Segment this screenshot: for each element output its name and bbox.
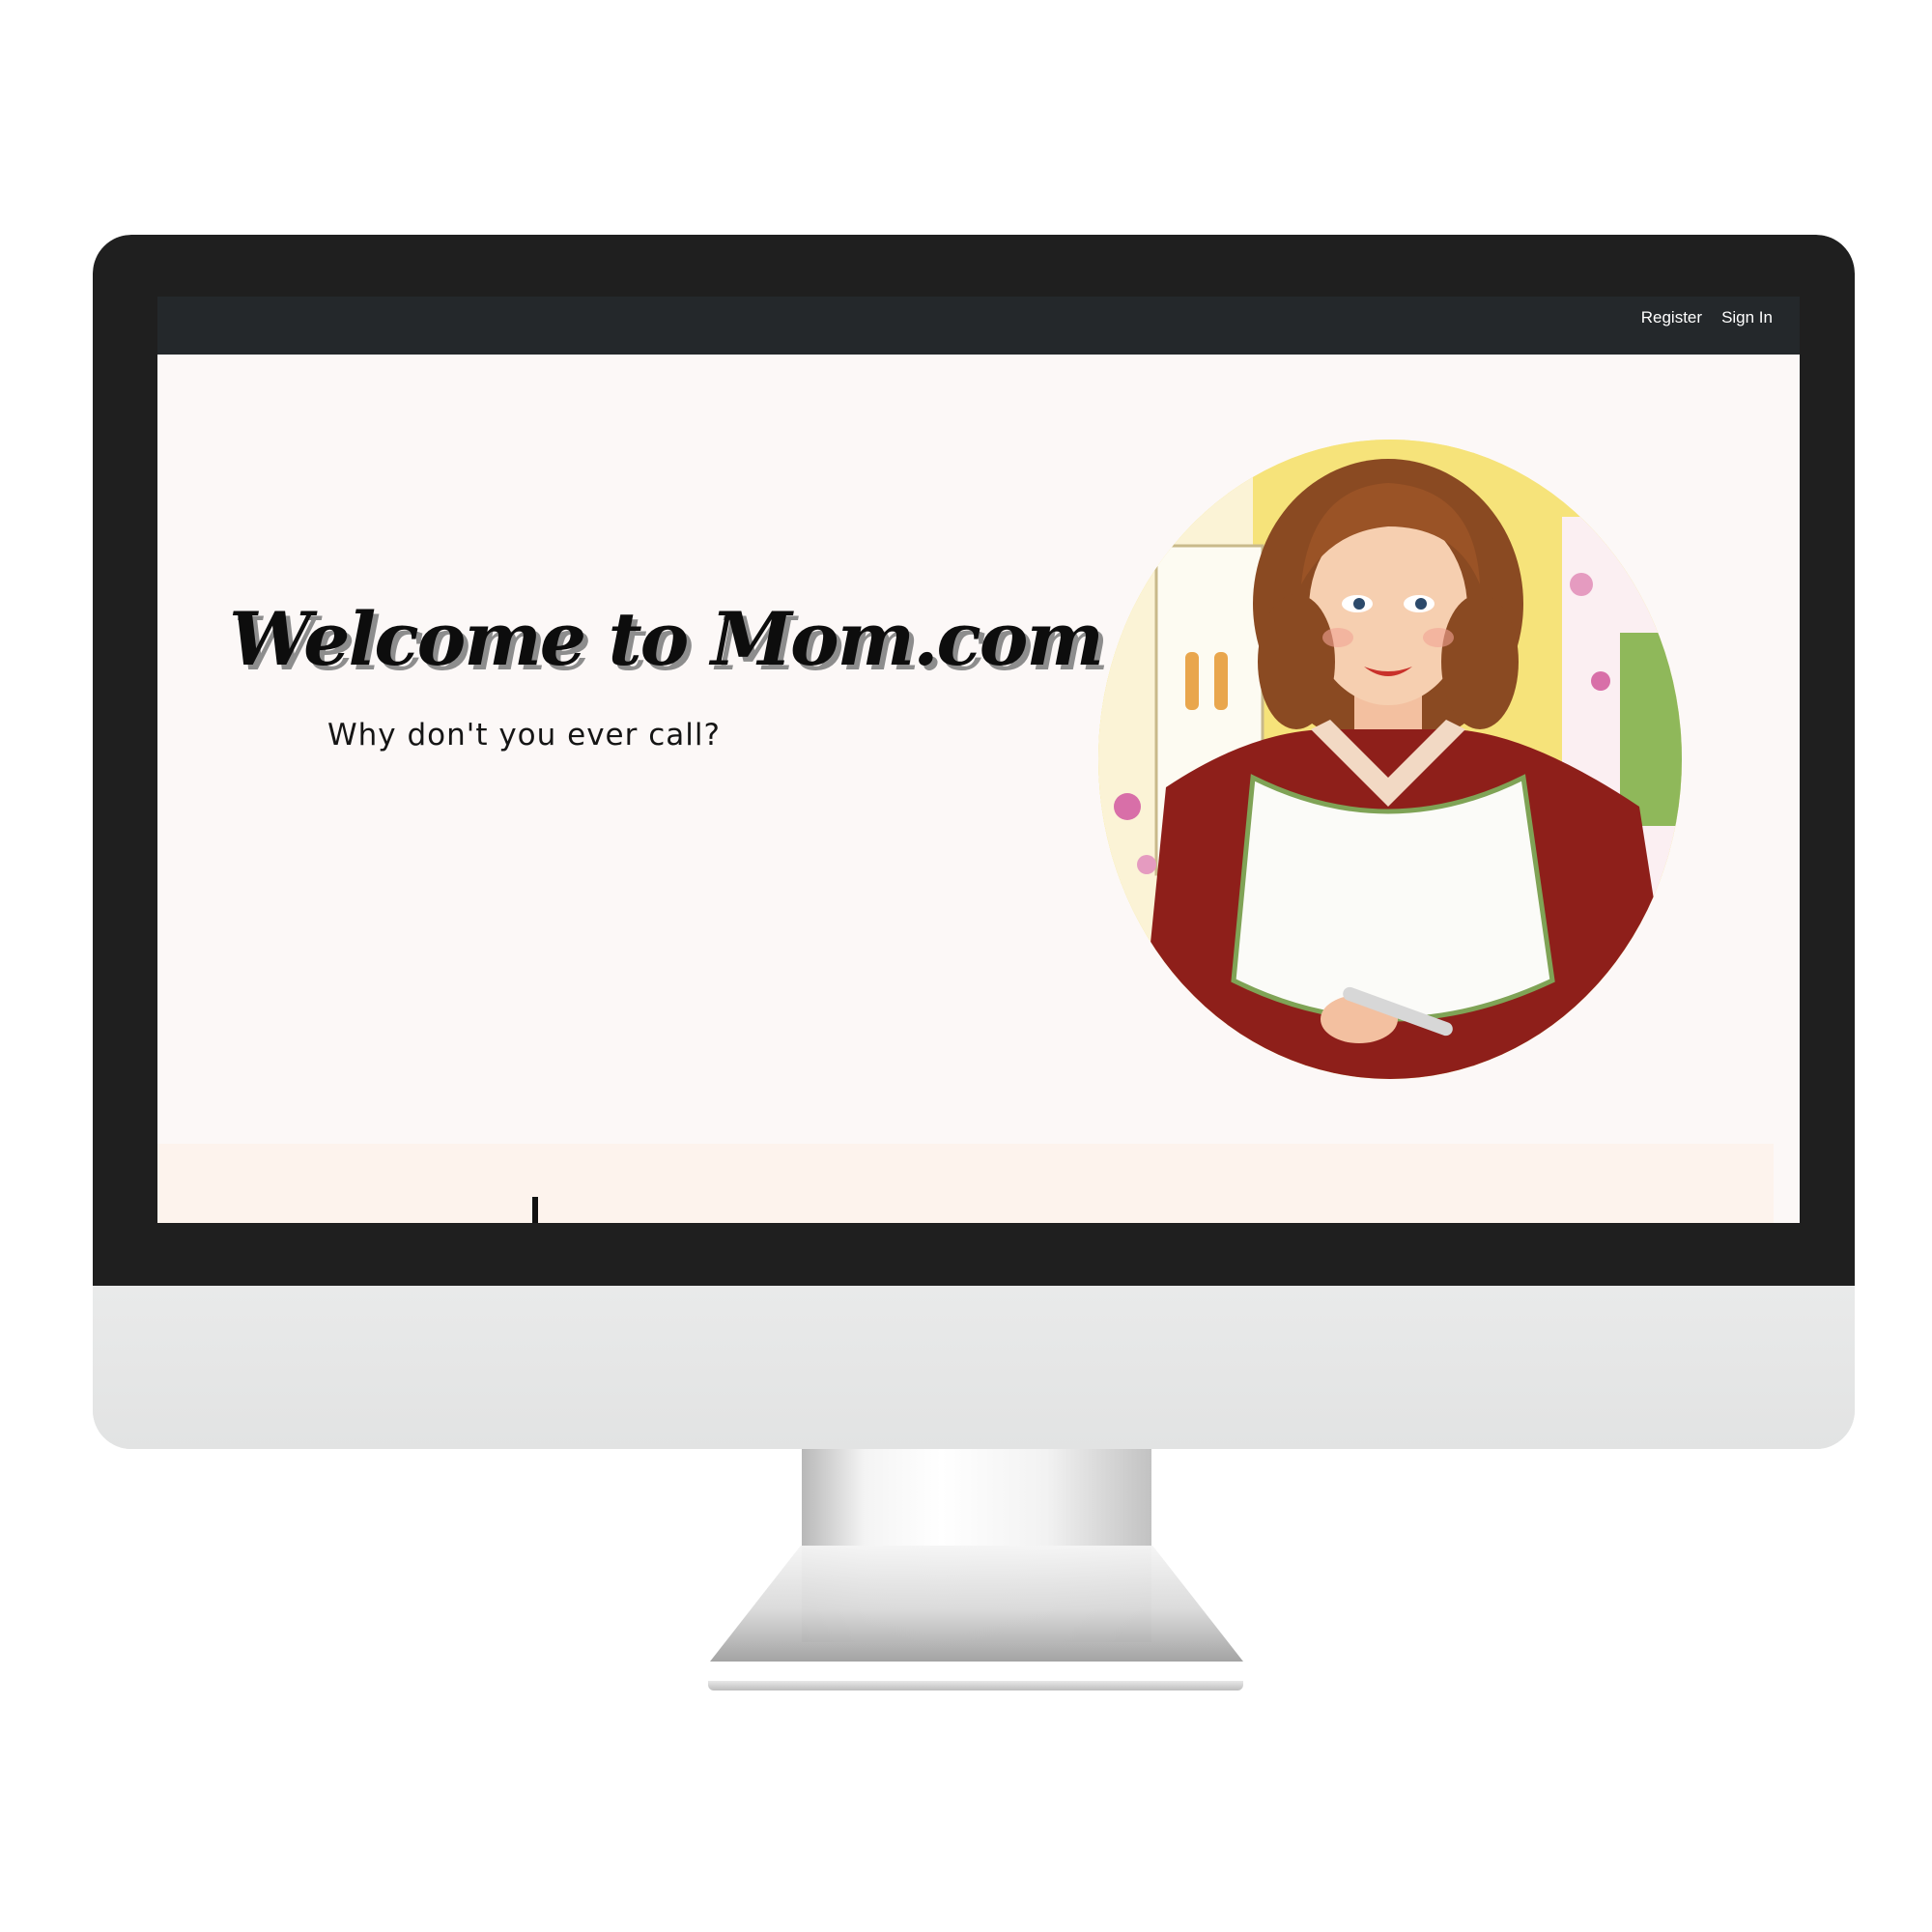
monitor-stand-base [708,1681,1243,1690]
register-link[interactable]: Register [1641,308,1702,327]
text-cursor-mark [532,1197,538,1223]
sign-in-link[interactable]: Sign In [1721,308,1773,327]
housewife-portrait-image [1098,440,1682,1079]
monitor-chin [93,1286,1855,1449]
website-screen: Register Sign In Welcome to Mom.com Why … [157,297,1800,1223]
nav-links: Register Sign In [1641,297,1773,339]
device-mockup: Register Sign In Welcome to Mom.com Why … [0,0,1932,1932]
hero-subtitle: Why don't you ever call? [327,718,721,753]
top-navbar: Register Sign In [157,297,1800,355]
hero-section: Welcome to Mom.com Why don't you ever ca… [157,355,1800,1137]
monitor-stand-foot [710,1546,1243,1662]
lower-section-strip [157,1144,1774,1223]
hero-title: Welcome to Mom.com [229,596,1104,682]
